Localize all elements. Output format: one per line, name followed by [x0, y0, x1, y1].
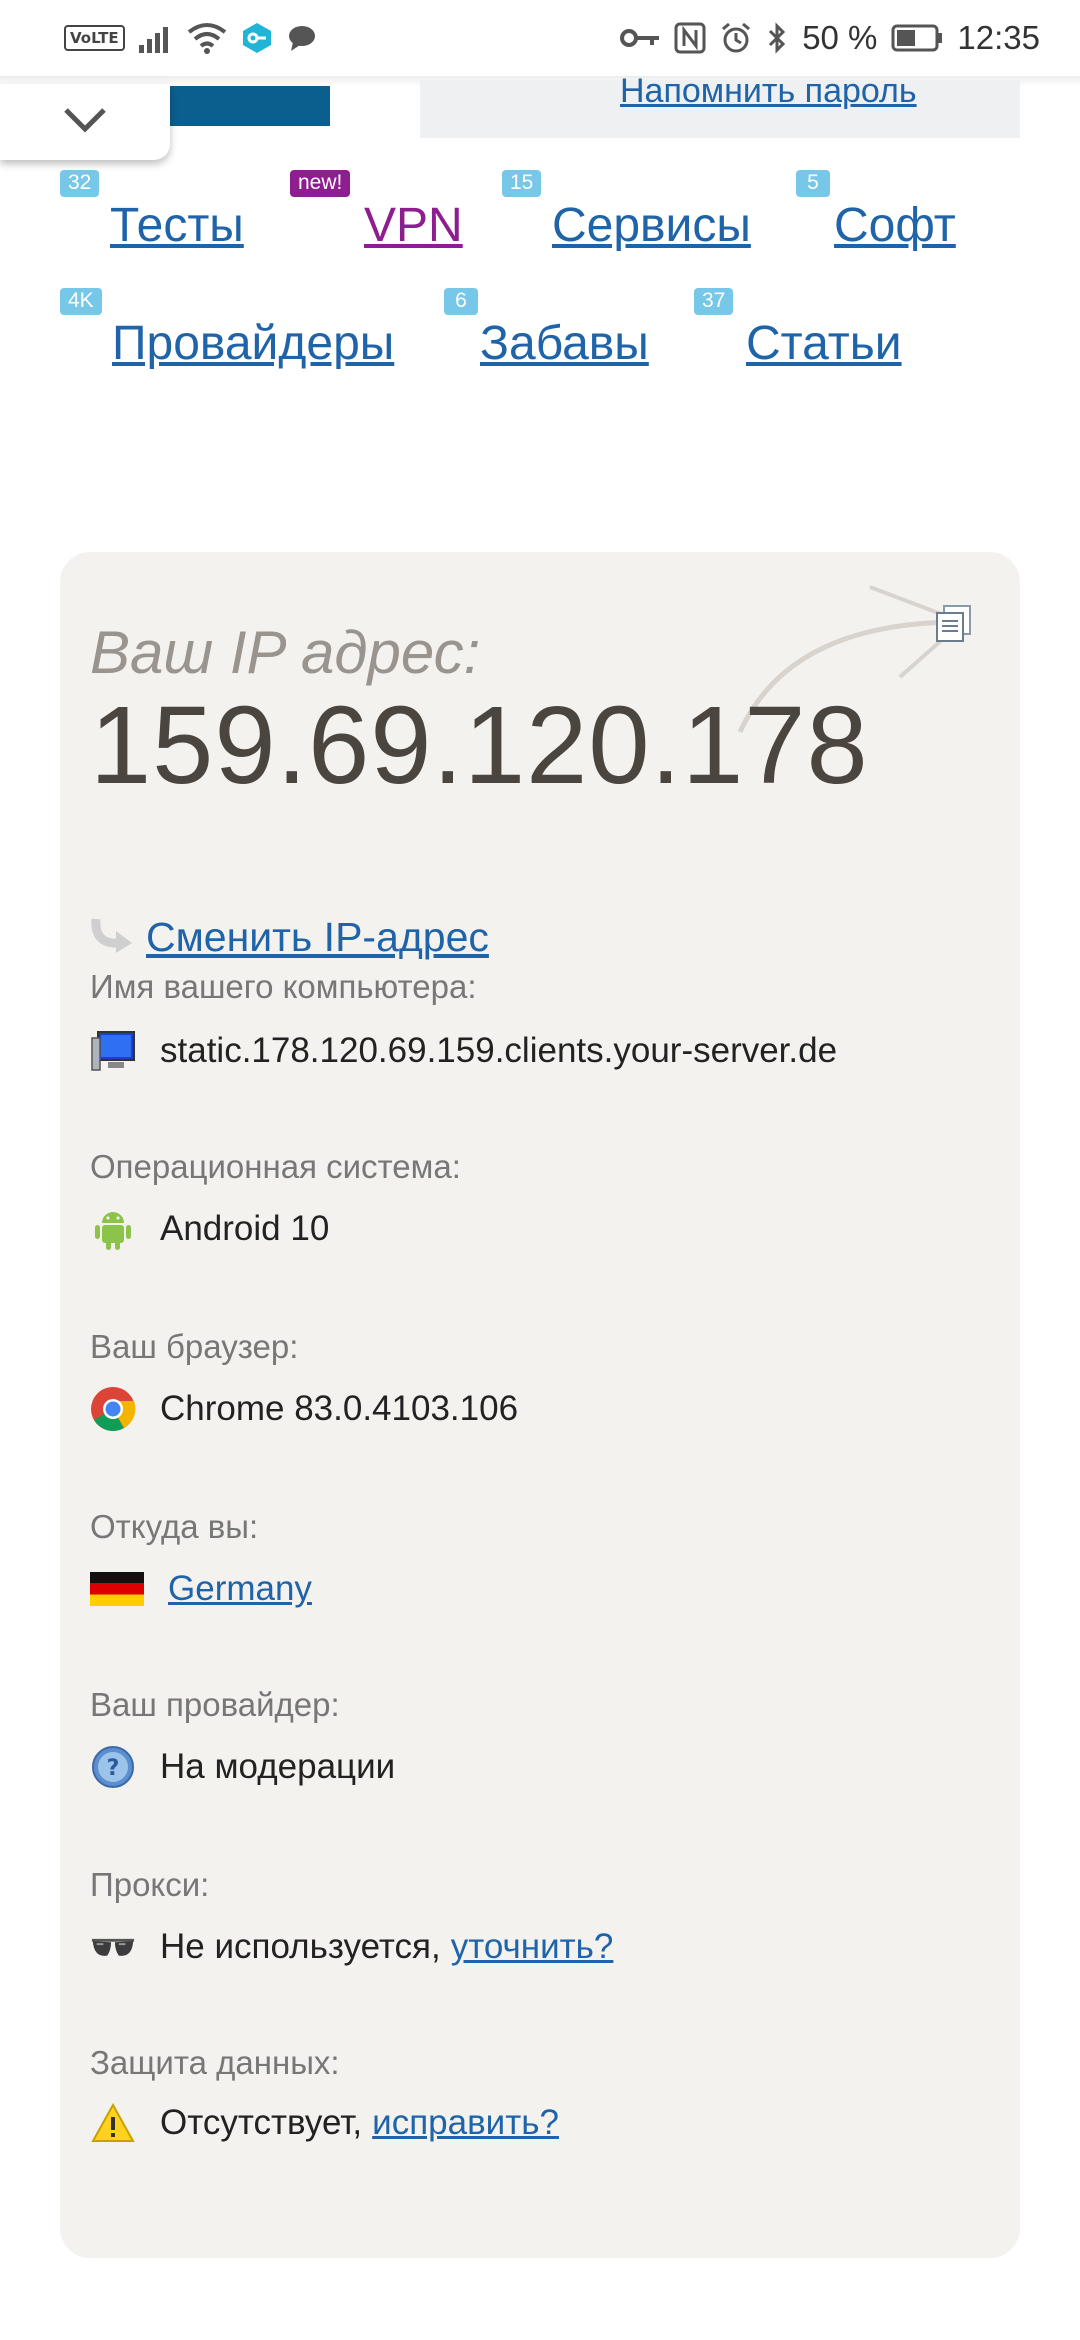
chrome-icon: [90, 1386, 136, 1432]
location-row: Germany: [90, 1566, 312, 1612]
ip-address: 159.69.120.178: [90, 684, 869, 807]
nav-link-vpn[interactable]: VPN: [364, 198, 463, 253]
nav-badge: 5: [796, 170, 830, 197]
nav-badge-new: new!: [290, 170, 351, 197]
proxy-text: Не используется, уточнить?: [160, 1927, 613, 1967]
sunglasses-icon: [90, 1924, 136, 1970]
change-ip-link[interactable]: Сменить IP-адрес: [146, 914, 489, 961]
os-row: Android 10: [90, 1206, 329, 1252]
nfc-icon: [674, 22, 706, 54]
proxy-check-link[interactable]: уточнить?: [451, 1927, 614, 1967]
remind-password-link[interactable]: Напомнить пароль: [620, 72, 917, 111]
hostname-label: Имя вашего компьютера:: [90, 968, 477, 1005]
login-button-partial[interactable]: [170, 86, 330, 126]
status-right: 50 % 12:35: [620, 19, 1040, 57]
wifi-icon: [187, 22, 227, 54]
protection-fix-link[interactable]: исправить?: [372, 2103, 559, 2143]
nav-badge: 37: [694, 288, 734, 315]
battery-percent: 50 %: [802, 19, 878, 56]
warning-icon: [90, 2100, 136, 2146]
hostname-value: static.178.120.69.159.clients.your-serve…: [160, 1031, 838, 1070]
protection-label: Защита данных:: [90, 2044, 340, 2081]
proxy-row: Не используется, уточнить?: [90, 1924, 613, 1970]
status-bar: VoLTE 50 % 12:35: [0, 0, 1080, 76]
signal-icon: [138, 23, 173, 53]
svg-text:?: ?: [107, 1756, 120, 1781]
nav-link-providers[interactable]: Провайдеры: [112, 316, 394, 371]
clock: 12:35: [957, 19, 1040, 56]
key-icon: [620, 27, 660, 49]
change-ip-row[interactable]: Сменить IP-адрес: [90, 914, 489, 961]
browser-row: Chrome 83.0.4103.106: [90, 1386, 518, 1432]
battery-icon: [891, 24, 943, 52]
nav-badge: 6: [444, 288, 478, 315]
nav-link-soft[interactable]: Софт: [834, 198, 956, 253]
question-icon: ?: [90, 1744, 136, 1790]
bluetooth-icon: [766, 22, 788, 54]
hostname-row: static.178.120.69.159.clients.your-serve…: [90, 1028, 837, 1074]
nav-badge: 4K: [60, 288, 102, 315]
ip-label: Ваш IP адрес:: [90, 619, 481, 686]
browser-value: Chrome 83.0.4103.106: [160, 1389, 519, 1428]
nav-link-services[interactable]: Сервисы: [552, 198, 751, 253]
isp-row: ? На модерации: [90, 1744, 395, 1790]
os-value: Android 10: [160, 1209, 330, 1248]
android-icon: [90, 1206, 136, 1252]
curved-arrow-icon: [90, 915, 136, 960]
nav-link-tests[interactable]: Тесты: [110, 198, 244, 253]
germany-flag-icon: [90, 1566, 144, 1612]
status-left: VoLTE: [64, 22, 317, 54]
protection-value: Отсутствует,: [160, 2103, 363, 2142]
computer-icon: [90, 1028, 136, 1074]
message-icon: [287, 24, 317, 52]
country-link[interactable]: Germany: [168, 1569, 312, 1609]
alarm-icon: [720, 22, 752, 54]
nav-badge: 15: [502, 170, 542, 197]
browser-label: Ваш браузер:: [90, 1328, 299, 1365]
isp-value: На модерации: [160, 1747, 396, 1786]
collapse-button[interactable]: [0, 84, 170, 160]
isp-label: Ваш провайдер:: [90, 1686, 340, 1723]
vpn-key-icon: [241, 22, 273, 54]
proxy-value: Не используется,: [160, 1927, 441, 1966]
protection-text: Отсутствует, исправить?: [160, 2103, 559, 2143]
proxy-label: Прокси:: [90, 1866, 210, 1903]
ip-info-card: Ваш IP адрес: 159.69.120.178 Сменить IP-…: [60, 552, 1020, 2258]
nav-link-fun[interactable]: Забавы: [480, 316, 649, 371]
volte-indicator: VoLTE: [64, 25, 125, 51]
protection-row: Отсутствует, исправить?: [90, 2100, 559, 2146]
chevron-down-icon: [63, 107, 107, 138]
nav-badge: 32: [60, 170, 100, 197]
copy-icon[interactable]: [934, 604, 974, 649]
os-label: Операционная система:: [90, 1148, 461, 1185]
location-label: Откуда вы:: [90, 1508, 259, 1545]
nav-link-articles[interactable]: Статьи: [746, 316, 902, 371]
